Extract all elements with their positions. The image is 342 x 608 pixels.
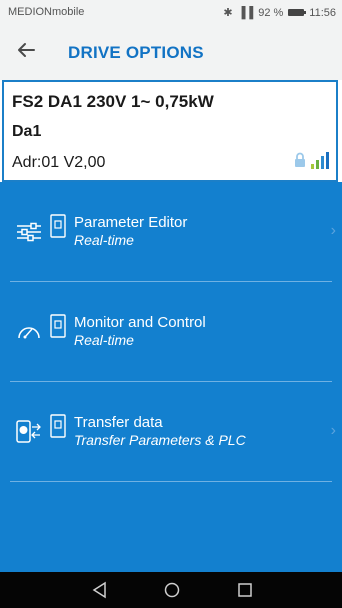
gauge-icon (18, 327, 40, 339)
menu-item-label: Parameter Editor (74, 214, 188, 231)
status-indicators: ✱ ▐▐ 92 % 11:56 (223, 6, 336, 20)
device-card: FS2 DA1 230V 1~ 0,75kW Da1 Adr:01 V2,00 (2, 80, 338, 182)
page-title: DRIVE OPTIONS (68, 43, 204, 62)
menu-item-parameter-editor[interactable]: Parameter Editor Real-time › (0, 182, 342, 280)
chevron-right-icon: › (330, 222, 336, 239)
menu-item-subtitle: Transfer Parameters & PLC (74, 432, 246, 448)
device-short-name: Da1 (12, 123, 42, 140)
phone-transfer-icon (16, 420, 41, 443)
sliders-icon (17, 222, 41, 242)
menu-item-monitor-and-control[interactable]: Monitor and Control Real-time (0, 282, 342, 380)
carrier-name: MEDIONmobile (8, 6, 85, 18)
menu-item-label: Monitor and Control (74, 314, 206, 331)
nav-back-icon[interactable] (91, 581, 109, 599)
menu-item-subtitle: Real-time (74, 332, 134, 348)
arrow-left-icon[interactable] (14, 38, 38, 62)
system-nav-bar (0, 572, 342, 608)
drive-device-icon (50, 314, 66, 338)
bluetooth-icon: ✱ (223, 7, 233, 19)
chevron-right-icon: › (330, 422, 336, 439)
lock-icon (295, 152, 305, 167)
status-bar: MEDIONmobile ✱ ▐▐ 92 % 11:56 (0, 0, 342, 24)
battery-icon (288, 9, 307, 16)
device-name: FS2 DA1 230V 1~ 0,75kW (12, 92, 214, 111)
options-menu: Parameter Editor Real-time › Monitor and… (0, 182, 342, 572)
signal-bars-icon (311, 152, 329, 169)
nav-home-icon[interactable] (163, 581, 181, 599)
drive-device-icon (50, 414, 66, 438)
drive-device-icon (50, 214, 66, 238)
divider (10, 481, 332, 482)
menu-item-label: Transfer data (74, 414, 163, 431)
menu-item-transfer-data[interactable]: Transfer data Transfer Parameters & PLC … (0, 382, 342, 480)
device-address: Adr:01 V2,00 (12, 154, 106, 171)
menu-item-subtitle: Real-time (74, 232, 134, 248)
signal-status-icon: ▐▐ (237, 6, 254, 19)
app-bar: DRIVE OPTIONS (0, 24, 342, 80)
battery-percent: 92 % (258, 6, 284, 19)
clock: 11:56 (309, 6, 336, 19)
nav-recents-icon[interactable] (236, 581, 254, 599)
